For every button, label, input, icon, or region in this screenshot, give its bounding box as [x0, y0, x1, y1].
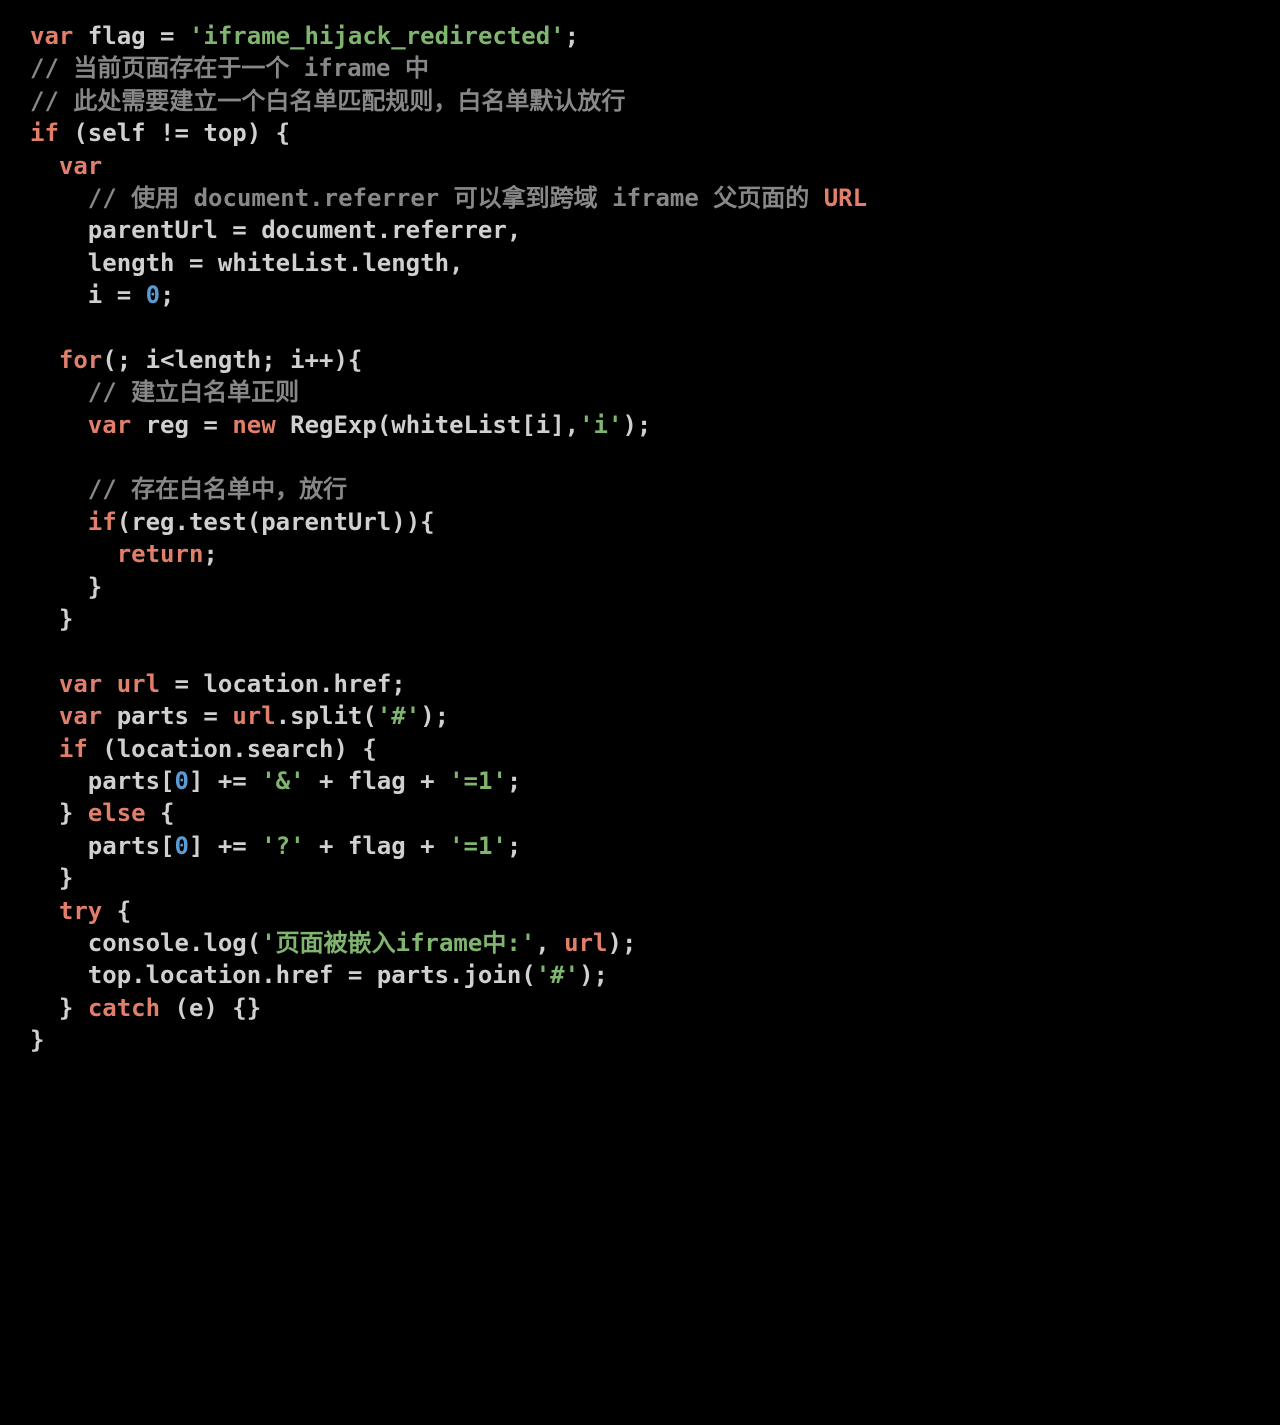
code-text: parts[: [30, 767, 175, 795]
code-text: }: [30, 1026, 44, 1054]
code-text: }: [30, 573, 102, 601]
code-text: [30, 411, 88, 439]
comment: // 此处需要建立一个白名单匹配规则，白名单默认放行: [30, 87, 625, 115]
code-text: }: [30, 864, 73, 892]
code-text: ] +=: [189, 832, 261, 860]
code-text: (e) {}: [160, 994, 261, 1022]
keyword-if: if: [88, 508, 117, 536]
code-text: (location.search) {: [88, 735, 377, 763]
code-text: parts[: [30, 832, 175, 860]
string-literal: '&': [261, 767, 304, 795]
code-text: {: [146, 799, 175, 827]
code-text: ;: [565, 22, 579, 50]
string-literal: '=1': [449, 767, 507, 795]
comment: // 建立白名单正则: [88, 378, 299, 406]
code-text: .split(: [276, 702, 377, 730]
identifier-url: url: [564, 929, 607, 957]
identifier-url: url: [232, 702, 275, 730]
code-text: i =: [30, 281, 146, 309]
code-text: (reg.test(parentUrl)){: [117, 508, 435, 536]
keyword-for: for: [59, 346, 102, 374]
code-text: [30, 346, 59, 374]
code-text: console.log(: [30, 929, 261, 957]
code-text: length = whiteList.length,: [30, 249, 463, 277]
keyword-return: return: [117, 540, 204, 568]
code-text: reg =: [131, 411, 232, 439]
string-literal: '#': [536, 961, 579, 989]
identifier-url: URL: [824, 184, 867, 212]
number-literal: 0: [175, 767, 189, 795]
keyword-catch: catch: [88, 994, 160, 1022]
code-text: ;: [507, 767, 521, 795]
code-text: top.location.href = parts.join(: [30, 961, 536, 989]
code-text: [30, 540, 117, 568]
code-text: [102, 670, 116, 698]
code-text: [30, 702, 59, 730]
string-literal: 'iframe_hijack_redirected': [189, 22, 565, 50]
code-text: );: [579, 961, 608, 989]
code-text: (self != top) {: [59, 119, 290, 147]
keyword-var: var: [59, 152, 102, 180]
keyword-else: else: [88, 799, 146, 827]
keyword-try: try: [59, 897, 102, 925]
code-text: [30, 184, 88, 212]
comment: // 使用 document.referrer 可以拿到跨域 iframe 父页…: [88, 184, 824, 212]
code-text: [30, 508, 88, 536]
code-text: ;: [507, 832, 521, 860]
comment: // 当前页面存在于一个 iframe 中: [30, 54, 429, 82]
code-text: );: [420, 702, 449, 730]
code-text: [30, 670, 59, 698]
code-text: ] +=: [189, 767, 261, 795]
code-text: [30, 735, 59, 763]
code-text: }: [30, 994, 88, 1022]
code-block: var flag = 'iframe_hijack_redirected'; /…: [0, 0, 1280, 1077]
code-text: = location.href;: [160, 670, 406, 698]
code-text: );: [622, 411, 651, 439]
code-text: ;: [203, 540, 217, 568]
comment: // 存在白名单中，放行: [88, 475, 347, 503]
code-text: parts =: [102, 702, 232, 730]
code-text: [30, 897, 59, 925]
number-literal: 0: [146, 281, 160, 309]
keyword-var: var: [59, 670, 102, 698]
string-literal: '#': [377, 702, 420, 730]
keyword-var: var: [30, 22, 73, 50]
code-text: (; i<length; i++){: [102, 346, 362, 374]
code-text: }: [30, 799, 88, 827]
string-literal: '=1': [449, 832, 507, 860]
code-text: );: [608, 929, 637, 957]
string-literal: '页面被嵌入iframe中:': [261, 929, 535, 957]
code-text: flag =: [73, 22, 189, 50]
code-text: [30, 378, 88, 406]
keyword-new: new: [232, 411, 275, 439]
keyword-if: if: [59, 735, 88, 763]
code-text: parentUrl = document.referrer,: [30, 216, 521, 244]
keyword-var: var: [88, 411, 131, 439]
identifier-url: url: [117, 670, 160, 698]
string-literal: '?': [261, 832, 304, 860]
code-text: ,: [535, 929, 564, 957]
code-text: + flag +: [305, 832, 450, 860]
code-text: {: [102, 897, 131, 925]
string-literal: 'i': [579, 411, 622, 439]
code-text: RegExp(whiteList[i],: [276, 411, 579, 439]
code-text: + flag +: [305, 767, 450, 795]
number-literal: 0: [175, 832, 189, 860]
code-text: ;: [160, 281, 174, 309]
code-text: }: [30, 605, 73, 633]
code-text: [30, 152, 59, 180]
keyword-var: var: [59, 702, 102, 730]
code-text: [30, 475, 88, 503]
keyword-if: if: [30, 119, 59, 147]
